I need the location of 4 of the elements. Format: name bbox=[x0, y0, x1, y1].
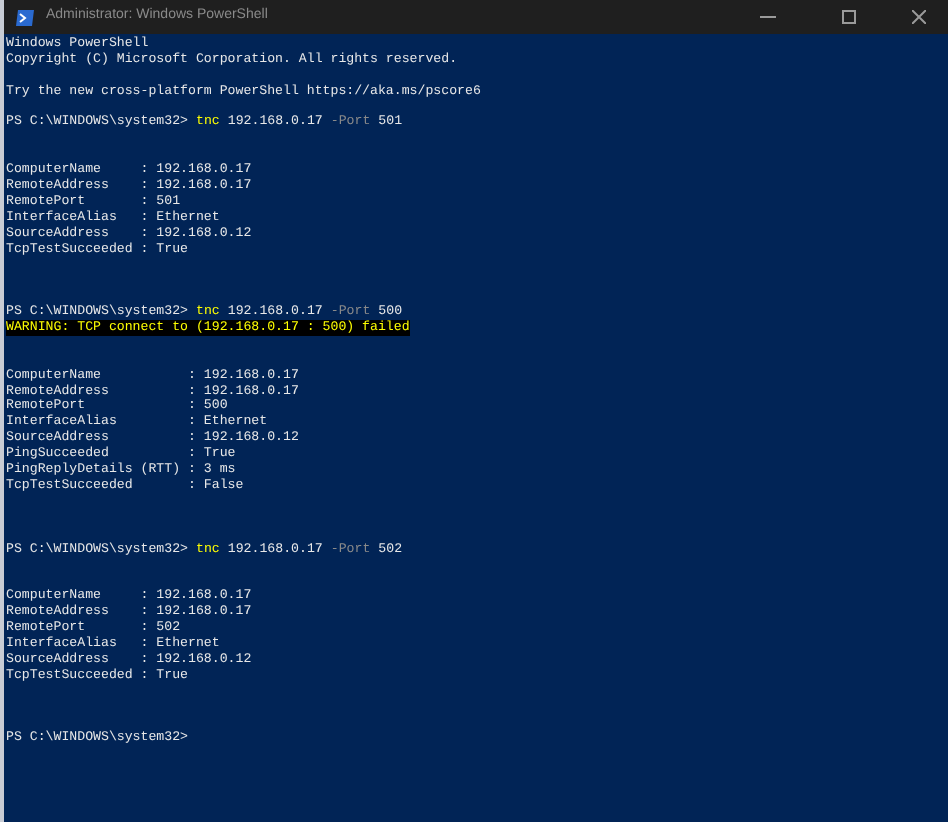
maximize-icon bbox=[841, 10, 855, 24]
minimize-icon bbox=[760, 16, 776, 18]
close-icon bbox=[911, 10, 925, 24]
powershell-icon bbox=[16, 9, 34, 25]
